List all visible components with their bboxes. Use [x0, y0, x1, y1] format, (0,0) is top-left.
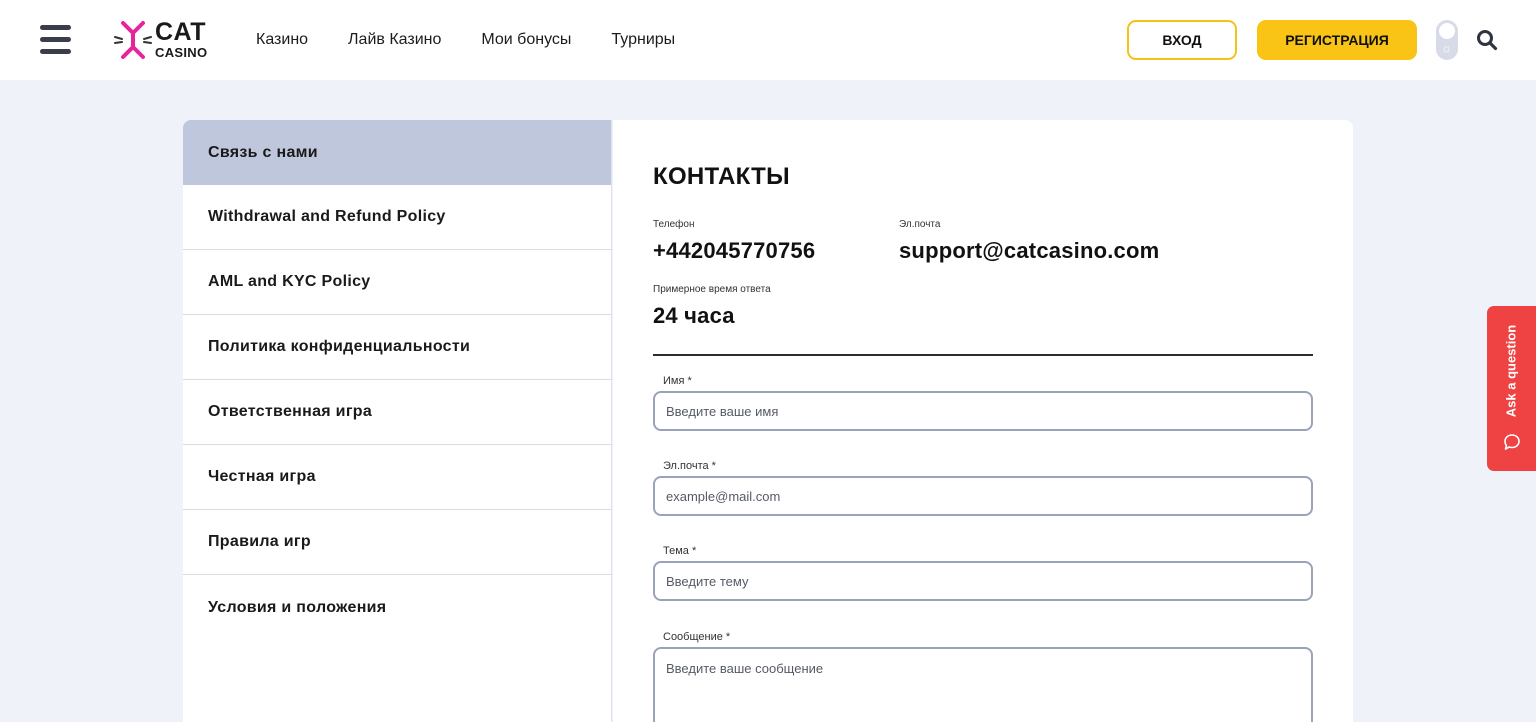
toggle-knob	[1439, 23, 1455, 39]
sidebar-item-responsible-gaming[interactable]: Ответственная игра	[183, 380, 611, 445]
sidebar-item-fair-play[interactable]: Честная игра	[183, 445, 611, 510]
email-label: Эл.почта	[899, 219, 941, 230]
menu-icon-bar	[40, 49, 71, 54]
chat-bubble-icon	[1504, 434, 1520, 450]
page-title: КОНТАКТЫ	[653, 163, 790, 190]
ask-question-label: Ask a question	[1503, 324, 1519, 418]
register-button[interactable]: РЕГИСТРАЦИЯ	[1257, 20, 1417, 60]
sidebar-item-terms[interactable]: Условия и положения	[183, 575, 611, 640]
name-input[interactable]	[653, 391, 1313, 431]
info-sidebar: Связь с нами Withdrawal and Refund Polic…	[183, 120, 612, 722]
phone-number[interactable]: +442045770756	[653, 238, 815, 264]
logo-text: CAT CASINO	[155, 18, 208, 60]
response-time-label: Примерное время ответа	[653, 284, 771, 295]
nav-live-casino[interactable]: Лайв Казино	[348, 31, 441, 49]
contacts-panel: КОНТАКТЫ Телефон +442045770756 Эл.почта …	[613, 120, 1353, 722]
menu-icon-bar	[40, 37, 71, 42]
search-icon[interactable]	[1476, 29, 1498, 51]
nav-casino[interactable]: Казино	[256, 31, 308, 49]
phone-label: Телефон	[653, 219, 695, 230]
nav-my-bonuses[interactable]: Мои бонусы	[481, 31, 571, 49]
divider	[653, 354, 1313, 356]
cat-casino-logo[interactable]: CAT CASINO	[113, 20, 213, 60]
email-input[interactable]	[653, 476, 1313, 516]
menu-icon-bar	[40, 25, 71, 30]
menu-icon[interactable]	[40, 25, 71, 54]
logo-casino: CASINO	[155, 45, 208, 60]
sidebar-item-game-rules[interactable]: Правила игр	[183, 510, 611, 575]
email-field-label: Эл.почта *	[663, 460, 716, 472]
site-header: CAT CASINO Казино Лайв Казино Мои бонусы…	[0, 0, 1536, 80]
subject-label: Тема *	[663, 545, 697, 557]
nav-tournaments[interactable]: Турниры	[611, 31, 675, 49]
name-label: Имя *	[663, 375, 692, 387]
logo-cat: CAT	[155, 18, 207, 46]
cat-logo-icon	[114, 21, 152, 59]
theme-toggle[interactable]: ☼	[1436, 20, 1458, 60]
ask-question-tab[interactable]: Ask a question	[1487, 306, 1536, 471]
login-button[interactable]: ВХОД	[1127, 20, 1237, 60]
subject-input[interactable]	[653, 561, 1313, 601]
response-time: 24 часа	[653, 303, 735, 328]
sidebar-item-withdrawal-policy[interactable]: Withdrawal and Refund Policy	[183, 185, 611, 250]
sidebar-item-aml-kyc[interactable]: AML and KYC Policy	[183, 250, 611, 315]
support-email[interactable]: support@catcasino.com	[899, 238, 1159, 264]
message-textarea[interactable]	[653, 647, 1313, 722]
message-label: Сообщение *	[663, 631, 731, 643]
sidebar-item-contact-us[interactable]: Связь с нами	[183, 120, 611, 185]
sun-icon: ☼	[1441, 41, 1452, 55]
sidebar-item-privacy-policy[interactable]: Политика конфиденциальности	[183, 315, 611, 380]
main-nav: Казино Лайв Казино Мои бонусы Турниры	[256, 31, 715, 49]
